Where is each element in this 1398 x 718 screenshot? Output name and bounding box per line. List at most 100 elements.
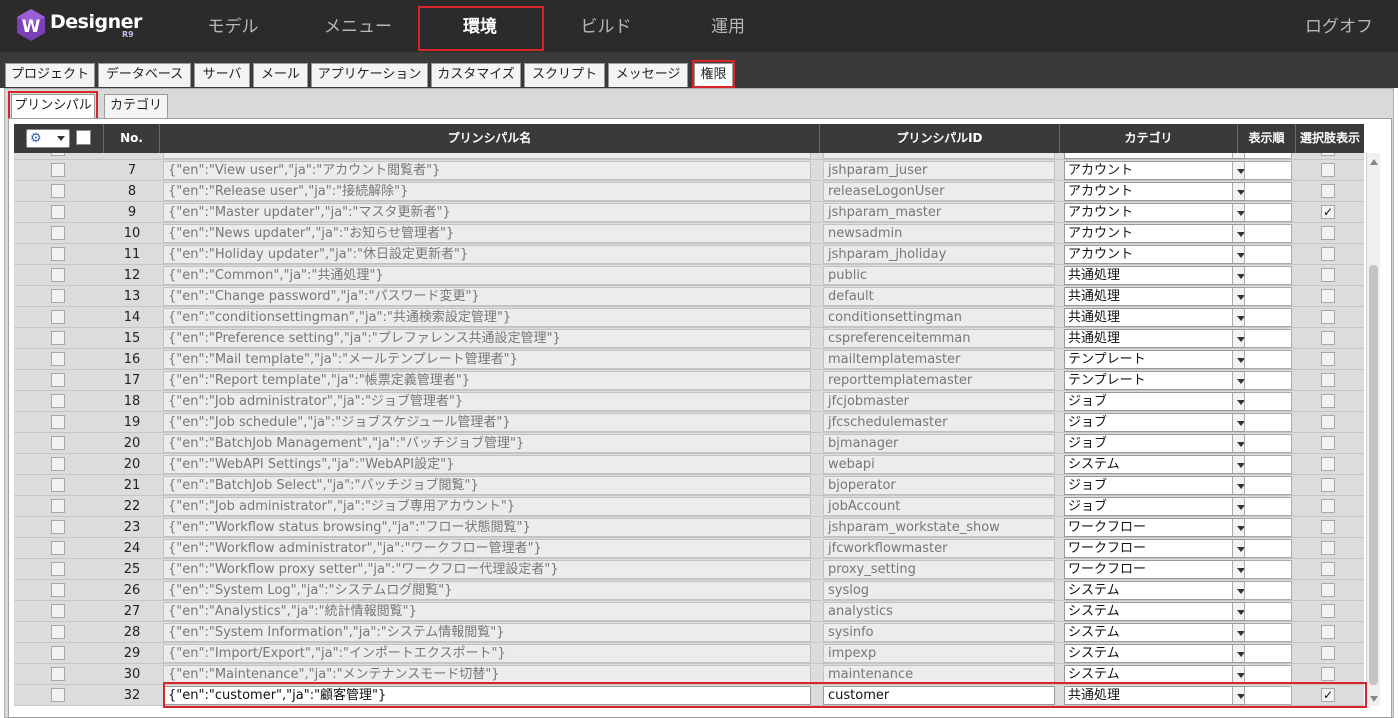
principal-name-field[interactable]: {"en":"Workflow status browsing","ja":"フ… [163,518,811,537]
row-checkbox[interactable] [51,352,65,366]
show-option-checkbox[interactable] [1321,541,1335,555]
row-checkbox[interactable] [51,457,65,471]
row-checkbox[interactable] [51,163,65,177]
nav-menu[interactable]: メニュー [318,0,398,52]
tab-server[interactable]: サーバ [194,63,250,87]
row-checkbox[interactable] [51,331,65,345]
row-checkbox[interactable] [51,373,65,387]
row-checkbox[interactable] [51,646,65,660]
row-checkbox[interactable] [51,415,65,429]
show-option-checkbox[interactable] [1321,625,1335,639]
category-select[interactable]: システム [1064,455,1249,474]
show-option-checkbox[interactable] [1321,478,1335,492]
principal-id-field[interactable]: bjoperator [823,476,1055,495]
category-select[interactable]: アカウント [1064,161,1249,180]
principal-name-field[interactable]: {"en":"News updater","ja":"お知らせ管理者"} [163,224,811,243]
order-field[interactable] [1244,560,1292,579]
principal-name-field[interactable]: {"en":"Mail template","ja":"メールテンプレート管理者… [163,350,811,369]
show-option-checkbox[interactable] [1321,520,1335,534]
order-field[interactable] [1244,153,1292,159]
order-field[interactable] [1244,497,1292,516]
scroll-down-icon[interactable] [1370,696,1378,702]
principal-name-field[interactable]: {"en":"Analystics","ja":"統計情報閲覧"} [163,602,811,621]
principal-id-field[interactable]: jshparam_workstate_show [823,518,1055,537]
principal-id-field[interactable]: jfcschedulemaster [823,413,1055,432]
principal-name-field[interactable]: {"en":"Report template","ja":"帳票定義管理者"} [163,371,811,390]
principal-name-field[interactable]: {"en":"Workflow proxy setter","ja":"ワークフ… [163,560,811,579]
principal-name-field[interactable]: {"en":"BatchJob Management","ja":"バッチジョブ… [163,434,811,453]
principal-name-field[interactable]: {"en":"Holiday updater","ja":"休日設定更新者"} [163,245,811,264]
nav-model[interactable]: モデル [196,0,270,52]
row-checkbox[interactable] [51,562,65,576]
nav-operation[interactable]: 運用 [700,0,756,52]
principal-name-field[interactable]: {"en":"Change password","ja":"パスワード変更"} [163,287,811,306]
row-checkbox[interactable] [51,205,65,219]
nav-build[interactable]: ビルド [568,0,644,52]
select-all-checkbox[interactable] [76,130,91,145]
order-field[interactable] [1244,245,1292,264]
tab-category[interactable]: カテゴリ [104,94,168,118]
show-option-checkbox[interactable] [1321,415,1335,429]
category-select[interactable]: 共通処理 [1064,266,1249,285]
row-checkbox[interactable] [51,688,65,702]
tab-customize[interactable]: カスタマイズ [431,63,521,87]
principal-id-field[interactable]: jshparam_juser [823,161,1055,180]
category-select[interactable]: ジョブ [1064,434,1249,453]
tab-project[interactable]: プロジェクト [5,63,95,87]
principal-id-field[interactable]: reporttemplatemaster [823,371,1055,390]
show-option-checkbox[interactable] [1321,562,1335,576]
row-checkbox[interactable] [51,667,65,681]
principal-id-field[interactable]: sysinfo [823,623,1055,642]
scroll-thumb[interactable] [1369,265,1378,685]
principal-name-field[interactable]: {"en":"conditionsettingman","ja":"共通検索設定… [163,308,811,327]
row-checkbox[interactable] [51,499,65,513]
row-checkbox[interactable] [51,394,65,408]
show-option-checkbox[interactable] [1321,394,1335,408]
show-option-checkbox[interactable] [1321,436,1335,450]
row-checkbox[interactable] [51,478,65,492]
show-option-checkbox[interactable] [1321,646,1335,660]
tab-mail[interactable]: メール [253,63,308,87]
principal-name-field[interactable]: {"en":"Job administrator","ja":"ジョブ管理者"} [163,392,811,411]
principal-name-field[interactable]: {"en":"WebAPI Settings","ja":"WebAPI設定"} [163,455,811,474]
order-field[interactable] [1244,287,1292,306]
category-select[interactable]: システム [1064,602,1249,621]
principal-name-field[interactable]: {"en":"Job administrator","ja":"ジョブ専用アカウ… [163,497,811,516]
order-field[interactable] [1244,581,1292,600]
logout-button[interactable]: ログオフ [1305,0,1373,52]
show-option-checkbox[interactable] [1321,184,1335,198]
order-field[interactable] [1244,392,1292,411]
principal-id-field[interactable]: bjmanager [823,434,1055,453]
row-checkbox[interactable] [51,226,65,240]
order-field[interactable] [1244,329,1292,348]
category-select[interactable]: 共通処理 [1064,308,1249,327]
show-option-checkbox[interactable] [1321,310,1335,324]
row-checkbox[interactable] [51,184,65,198]
row-checkbox[interactable] [51,247,65,261]
principal-name-field[interactable]: {"en":"Workflow administrator","ja":"ワーク… [163,539,811,558]
show-option-checkbox[interactable] [1321,373,1335,387]
order-field[interactable] [1244,518,1292,537]
principal-id-field[interactable]: jshparam_jholiday [823,245,1055,264]
category-select[interactable]: ジョブ [1064,497,1249,516]
show-option-checkbox[interactable] [1321,604,1335,618]
order-field[interactable] [1244,623,1292,642]
category-select[interactable]: システム [1064,623,1249,642]
order-field[interactable] [1244,434,1292,453]
principal-id-field[interactable]: jobAccount [823,497,1055,516]
order-field[interactable] [1244,644,1292,663]
show-option-checkbox[interactable] [1321,352,1335,366]
show-option-checkbox[interactable] [1321,268,1335,282]
principal-name-field[interactable]: {"en":"Preference setting","ja":"プレファレンス… [163,329,811,348]
principal-id-field[interactable]: webapi [823,455,1055,474]
category-select[interactable]: アカウント [1064,245,1249,264]
order-field[interactable] [1244,308,1292,327]
show-option-checkbox[interactable] [1321,331,1335,345]
category-select[interactable]: ジョブ [1064,476,1249,495]
row-checkbox[interactable] [51,289,65,303]
row-checkbox[interactable] [51,436,65,450]
principal-id-field[interactable] [823,153,1055,159]
tab-message[interactable]: メッセージ [608,63,688,87]
row-checkbox[interactable] [51,153,65,156]
show-option-checkbox[interactable] [1321,289,1335,303]
